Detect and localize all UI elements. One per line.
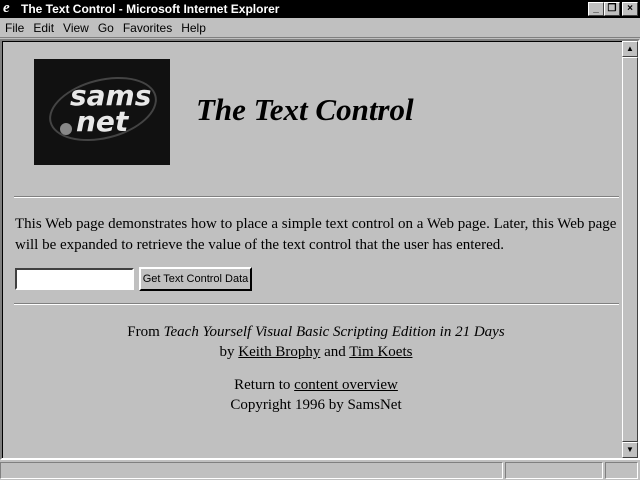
text-control-input-wrapper xyxy=(15,268,134,290)
ie-icon[interactable]: e xyxy=(3,0,17,16)
menu-favorites[interactable]: Favorites xyxy=(118,21,176,35)
page-title: The Text Control xyxy=(196,92,414,127)
credit-from: From xyxy=(127,324,160,340)
credit-line-2: by Keith Brophy and Tim Koets xyxy=(3,342,629,362)
status-icon-pane xyxy=(605,462,638,479)
author-link-keith-brophy[interactable]: Keith Brophy xyxy=(238,344,320,360)
menu-view[interactable]: View xyxy=(58,21,93,35)
title-bar: e The Text Control - Microsoft Internet … xyxy=(0,0,640,18)
menu-go[interactable]: Go xyxy=(93,21,118,35)
return-line: Return to content overview xyxy=(3,375,629,395)
return-text: Return to xyxy=(234,377,291,393)
status-zone-pane xyxy=(505,462,603,479)
divider xyxy=(14,303,619,305)
return-block: Return to content overview Copyright 199… xyxy=(3,375,629,415)
logo-text-net: net xyxy=(76,105,129,138)
window-controls: _ ❐ × xyxy=(588,2,638,16)
text-control-input[interactable] xyxy=(17,270,132,288)
scroll-up-icon[interactable]: ▲ xyxy=(622,41,638,57)
credit-line-1: From Teach Yourself Visual Basic Scripti… xyxy=(3,322,629,342)
menu-help[interactable]: Help xyxy=(176,21,210,35)
description-paragraph: This Web page demonstrates how to place … xyxy=(15,216,617,253)
content-overview-link[interactable]: content overview xyxy=(294,377,398,393)
page-content: sams net The Text Control This Web page … xyxy=(2,41,622,458)
author-link-tim-koets[interactable]: Tim Koets xyxy=(349,344,412,360)
close-button[interactable]: × xyxy=(622,2,638,16)
logo-text: sams net xyxy=(70,82,151,138)
samsnet-logo: sams net xyxy=(34,59,170,165)
book-title: Teach Yourself Visual Basic Scripting Ed… xyxy=(163,324,505,340)
divider xyxy=(14,196,619,198)
menu-edit[interactable]: Edit xyxy=(28,21,58,35)
status-text-pane xyxy=(0,462,503,479)
credit-by: by xyxy=(219,344,235,360)
menu-file[interactable]: File xyxy=(0,21,28,35)
credit-block: From Teach Yourself Visual Basic Scripti… xyxy=(3,322,629,362)
scroll-thumb[interactable] xyxy=(622,57,638,442)
content-frame: sams net The Text Control This Web page … xyxy=(0,39,640,460)
get-text-control-data-button[interactable]: Get Text Control Data xyxy=(139,267,252,291)
credit-and: and xyxy=(324,344,346,360)
status-bar xyxy=(0,461,640,480)
copyright-text: Copyright 1996 by SamsNet xyxy=(230,397,402,413)
menu-bar: File Edit View Go Favorites Help xyxy=(0,18,640,38)
window-title: The Text Control - Microsoft Internet Ex… xyxy=(21,2,280,16)
vertical-scrollbar[interactable]: ▲ ▼ xyxy=(622,41,638,458)
restore-button[interactable]: ❐ xyxy=(604,2,620,16)
minimize-button[interactable]: _ xyxy=(588,2,604,16)
scroll-down-icon[interactable]: ▼ xyxy=(622,442,638,458)
